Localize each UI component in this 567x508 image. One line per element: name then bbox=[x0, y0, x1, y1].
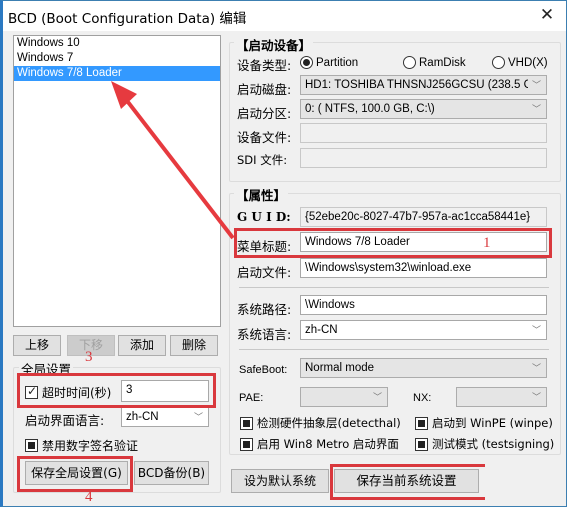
checkbox-indeterminate-icon[interactable] bbox=[25, 439, 38, 452]
radio-ramdisk-label: RamDisk bbox=[419, 56, 466, 69]
system-lang-value: zh-CN bbox=[305, 324, 338, 336]
chevron-down-icon: ﹀ bbox=[372, 392, 382, 402]
radio-selected-icon[interactable] bbox=[300, 56, 313, 69]
list-item-selected[interactable]: Windows 7/8 Loader bbox=[14, 66, 220, 81]
winpe-checkbox[interactable]: 启动到 WinPE (winpe) bbox=[415, 415, 553, 431]
device-file-input[interactable] bbox=[300, 123, 547, 143]
pae-select[interactable]: ﹀ bbox=[300, 387, 388, 407]
disable-signature-checkbox[interactable]: 禁用数字签名验证 bbox=[25, 437, 138, 454]
radio-ramdisk[interactable]: RamDisk bbox=[403, 56, 466, 69]
system-path-input[interactable]: \Windows bbox=[300, 295, 547, 315]
set-default-system-button[interactable]: 设为默认系统 bbox=[231, 469, 329, 493]
timeout-input[interactable]: 3 bbox=[121, 380, 209, 402]
list-item[interactable]: Windows 7 bbox=[14, 51, 220, 66]
device-file-label: 设备文件: bbox=[237, 130, 292, 145]
save-global-settings-button[interactable]: 保存全局设置(G) bbox=[25, 461, 128, 485]
guid-label: G U I D: bbox=[237, 210, 291, 224]
chevron-down-icon: ﹀ bbox=[193, 412, 203, 422]
checkbox-checked-icon[interactable] bbox=[25, 384, 38, 399]
winpe-label: 启动到 WinPE (winpe) bbox=[432, 416, 553, 430]
radio-partition-label: Partition bbox=[316, 56, 359, 69]
detecthal-label: 检测硬件抽象层(detecthal) bbox=[257, 416, 401, 430]
checkbox-indeterminate-icon[interactable] bbox=[240, 437, 253, 451]
boot-disk-select[interactable]: HD1: TOSHIBA THNSNJ256GCSU (238.5 GB, C:… bbox=[300, 75, 547, 95]
add-button[interactable]: 添加 bbox=[118, 335, 166, 356]
checkbox-indeterminate-icon[interactable] bbox=[415, 416, 428, 430]
boot-disk-value: HD1: TOSHIBA THNSNJ256GCSU (238.5 GB, C: bbox=[305, 79, 528, 91]
bcd-backup-button[interactable]: BCD备份(B) bbox=[134, 461, 209, 485]
radio-unselected-icon[interactable] bbox=[492, 56, 505, 69]
chevron-down-icon: ﹀ bbox=[531, 392, 541, 402]
global-settings-label: 全局设置 bbox=[19, 359, 74, 378]
detecthal-checkbox[interactable]: 检测硬件抽象层(detecthal) bbox=[240, 415, 401, 431]
checkbox-indeterminate-icon[interactable] bbox=[415, 437, 428, 451]
testsigning-label: 测试模式 (testsigning) bbox=[432, 437, 555, 451]
radio-vhd-label: VHD(X) bbox=[508, 56, 548, 69]
radio-unselected-icon[interactable] bbox=[403, 56, 416, 69]
testsigning-checkbox[interactable]: 测试模式 (testsigning) bbox=[415, 436, 554, 452]
safeboot-label: SafeBoot: bbox=[239, 364, 288, 376]
title-bar: BCD (Boot Configuration Data) 编辑 ✕ bbox=[3, 1, 566, 31]
annotation-number-4: 4 bbox=[85, 489, 93, 505]
bcd-editor-window: BCD (Boot Configuration Data) 编辑 ✕ Windo… bbox=[0, 0, 567, 507]
annotation-number-1: 1 bbox=[483, 235, 491, 251]
pae-label: PAE: bbox=[239, 392, 264, 404]
close-icon[interactable]: ✕ bbox=[532, 3, 562, 27]
system-path-label: 系统路径: bbox=[237, 302, 292, 317]
sdi-file-input[interactable] bbox=[300, 148, 547, 168]
separator bbox=[239, 287, 549, 288]
radio-vhd[interactable]: VHD(X) bbox=[492, 56, 548, 69]
move-up-button[interactable]: 上移 bbox=[13, 335, 61, 356]
nx-select[interactable]: ﹀ bbox=[456, 387, 547, 407]
boot-entry-list[interactable]: Windows 10 Windows 7 Windows 7/8 Loader bbox=[13, 35, 221, 327]
menu-title-label: 菜单标题: bbox=[237, 239, 292, 254]
boot-file-label: 启动文件: bbox=[237, 265, 292, 280]
disable-signature-label: 禁用数字签名验证 bbox=[42, 439, 139, 453]
delete-button[interactable]: 删除 bbox=[170, 335, 218, 356]
system-lang-label: 系统语言: bbox=[237, 327, 292, 342]
chevron-down-icon: ﹀ bbox=[531, 80, 541, 90]
properties-label: 【属性】 bbox=[234, 185, 289, 204]
device-type-label: 设备类型: bbox=[237, 58, 292, 73]
sdi-file-label: SDI 文件: bbox=[237, 153, 288, 167]
boot-device-label: 【启动设备】 bbox=[234, 35, 314, 54]
nx-label: NX: bbox=[413, 392, 432, 404]
boot-disk-label: 启动磁盘: bbox=[237, 82, 292, 97]
separator bbox=[239, 349, 549, 350]
checkbox-indeterminate-icon[interactable] bbox=[240, 416, 253, 430]
metro-checkbox[interactable]: 启用 Win8 Metro 启动界面 bbox=[240, 436, 399, 452]
boot-ui-lang-value: zh-CN bbox=[126, 411, 159, 423]
save-current-system-button[interactable]: 保存当前系统设置 bbox=[334, 469, 479, 493]
guid-input[interactable]: {52ebe20c-8027-47b7-957a-ac1cca58441e} bbox=[300, 207, 547, 227]
boot-ui-lang-select[interactable]: zh-CN ﹀ bbox=[121, 407, 209, 427]
safeboot-select[interactable]: Normal mode ﹀ bbox=[300, 358, 547, 378]
radio-partition[interactable]: Partition bbox=[300, 56, 358, 69]
annotation-number-3: 3 bbox=[85, 349, 93, 365]
boot-partition-select[interactable]: 0: ( NTFS, 100.0 GB, C:\) ﹀ bbox=[300, 99, 547, 119]
system-lang-select[interactable]: zh-CN ﹀ bbox=[300, 320, 547, 340]
timeout-label: 超时时间(秒) bbox=[42, 386, 112, 400]
window-title: BCD (Boot Configuration Data) 编辑 bbox=[8, 11, 247, 27]
safeboot-value: Normal mode bbox=[305, 362, 375, 374]
boot-partition-value: 0: ( NTFS, 100.0 GB, C:\) bbox=[305, 103, 435, 115]
chevron-down-icon: ﹀ bbox=[531, 363, 541, 373]
boot-ui-lang-label: 启动界面语言: bbox=[25, 413, 105, 428]
chevron-down-icon: ﹀ bbox=[531, 325, 541, 335]
metro-label: 启用 Win8 Metro 启动界面 bbox=[257, 437, 399, 451]
timeout-checkbox[interactable]: 超时时间(秒) bbox=[25, 384, 111, 401]
boot-file-input[interactable]: \Windows\system32\winload.exe bbox=[300, 258, 547, 278]
list-item[interactable]: Windows 10 bbox=[14, 36, 220, 51]
boot-partition-label: 启动分区: bbox=[237, 106, 292, 121]
chevron-down-icon: ﹀ bbox=[531, 104, 541, 114]
menu-title-input[interactable]: Windows 7/8 Loader bbox=[300, 232, 547, 252]
